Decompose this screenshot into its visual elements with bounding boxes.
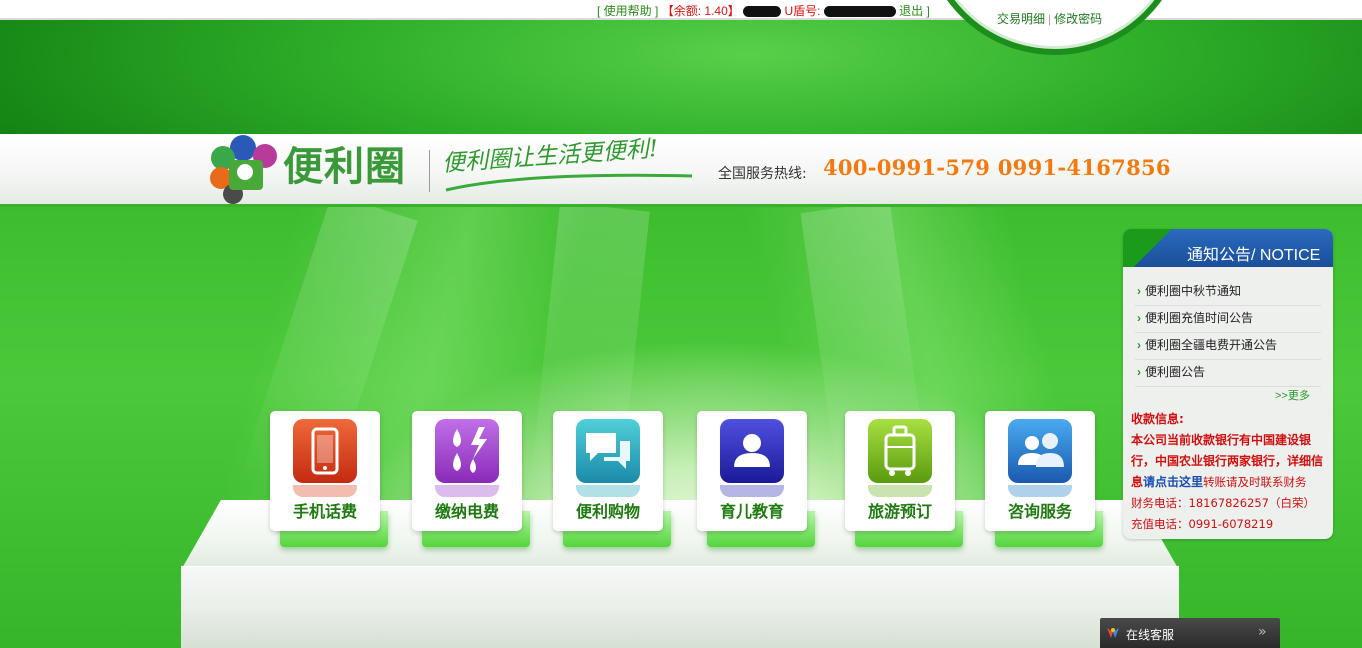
notice-list: › 便利圈中秋节通知 › 便利圈充值时间公告 › 便利圈全疆电费开通公告 › 便利圈公告 <box>1135 279 1321 387</box>
finance-phone: 财务电话：18167826257（白荣） <box>1131 496 1315 510</box>
notice-header-accent <box>1123 229 1183 267</box>
notice-item-label: 便利圈充值时间公告 <box>1145 311 1254 325</box>
icon-reflection <box>293 485 357 497</box>
service-label: 咨询服务 <box>1007 502 1072 521</box>
redacted-username <box>743 6 782 18</box>
online-service-button[interactable]: 在线客服 » <box>1100 618 1280 648</box>
slogan-swoosh <box>445 173 693 192</box>
service-label: 缴纳电费 <box>434 502 499 521</box>
notice-item[interactable]: › 便利圈公告 <box>1135 360 1321 387</box>
ukey-label: U盾号: <box>784 4 821 18</box>
icon-reflection <box>576 485 640 497</box>
payment-info: 收款信息: 本公司当前收款银行有中国建设银行，中国农业银行两家银行，详细信息请点… <box>1131 409 1331 535</box>
icon-reflection <box>720 485 784 497</box>
chevron-right-icon: › <box>1137 284 1141 298</box>
icon-reflection <box>1008 485 1072 497</box>
notice-more-link[interactable]: >>更多 <box>1275 387 1310 403</box>
chevron-right-icon: › <box>1137 338 1141 352</box>
stage-front <box>181 566 1179 648</box>
logo-flower-icon <box>210 135 277 204</box>
hotline-numbers: 400-0991-579 0991-4167856 <box>823 155 1171 180</box>
change-password-link[interactable]: 修改密码 <box>1054 12 1102 26</box>
logout-link[interactable]: 退出 <box>899 4 923 18</box>
notice-item[interactable]: › 便利圈中秋节通知 <box>1135 279 1321 306</box>
notice-title: 通知公告/ NOTICE <box>1187 247 1321 264</box>
payment-text-note: 转账请及时联系财务 <box>1203 475 1307 489</box>
payment-details-link[interactable]: 请点击这里 <box>1143 475 1203 489</box>
balance-value: 1.40 <box>704 4 728 18</box>
balance-label: 余额: <box>673 4 702 18</box>
service-label: 便利购物 <box>575 502 640 521</box>
person-icon <box>720 419 784 483</box>
redacted-ukey <box>823 6 896 18</box>
icon-reflection <box>435 485 499 497</box>
top-background <box>0 0 1362 134</box>
service-tile-education[interactable]: 育儿教育 <box>697 411 815 547</box>
service-label: 旅游预订 <box>867 502 932 521</box>
electricity-water-icon <box>435 419 499 483</box>
service-label: 育儿教育 <box>719 502 784 521</box>
logo-text: 便利圈 <box>283 144 406 190</box>
chevron-right-icon: › <box>1137 365 1141 379</box>
account-links: 交易明细 | 修改密码 <box>997 12 1103 26</box>
notice-item-label: 便利圈全疆电费开通公告 <box>1145 338 1278 352</box>
service-tile-electricity[interactable]: 缴纳电费 <box>412 411 530 547</box>
chevron-right-icon: › <box>1137 311 1141 325</box>
payment-title: 收款信息: <box>1131 412 1184 426</box>
top-links: [ 使用帮助 ] 【余额: 1.40】 U盾号: 退出 ] <box>597 4 930 18</box>
double-chevron-right-icon: » <box>1258 624 1267 640</box>
transaction-details-link[interactable]: 交易明细 <box>997 12 1045 26</box>
logo-divider <box>429 150 430 192</box>
notice-panel: 通知公告/ NOTICE › 便利圈中秋节通知 › 便利圈充值时间公告 › 便利圈全疆… <box>1123 229 1333 539</box>
notice-item[interactable]: › 便利圈全疆电费开通公告 <box>1135 333 1321 360</box>
service-tile-travel[interactable]: 旅游预订 <box>845 411 963 547</box>
help-link[interactable]: 使用帮助 <box>604 4 652 18</box>
luggage-icon <box>868 419 932 483</box>
service-tile-shopping[interactable]: 便利购物 <box>553 411 671 547</box>
recharge-phone: 充值电话：0991-6078219 <box>1131 517 1274 531</box>
mobile-phone-icon <box>293 419 357 483</box>
chat-bubbles-icon <box>576 419 640 483</box>
chat-logo-icon <box>1107 628 1119 638</box>
icon-reflection <box>868 485 932 497</box>
hotline-label: 全国服务热线: <box>718 166 807 182</box>
service-tile-mobile[interactable]: 手机话费 <box>270 411 388 547</box>
notice-item[interactable]: › 便利圈充值时间公告 <box>1135 306 1321 333</box>
service-tile-consulting[interactable]: 咨询服务 <box>985 411 1103 547</box>
notice-item-label: 便利圈中秋节通知 <box>1145 284 1242 298</box>
notice-item-label: 便利圈公告 <box>1145 365 1206 379</box>
service-label: 手机话费 <box>292 502 357 521</box>
online-service-label: 在线客服 <box>1126 628 1175 642</box>
users-icon <box>1008 419 1072 483</box>
